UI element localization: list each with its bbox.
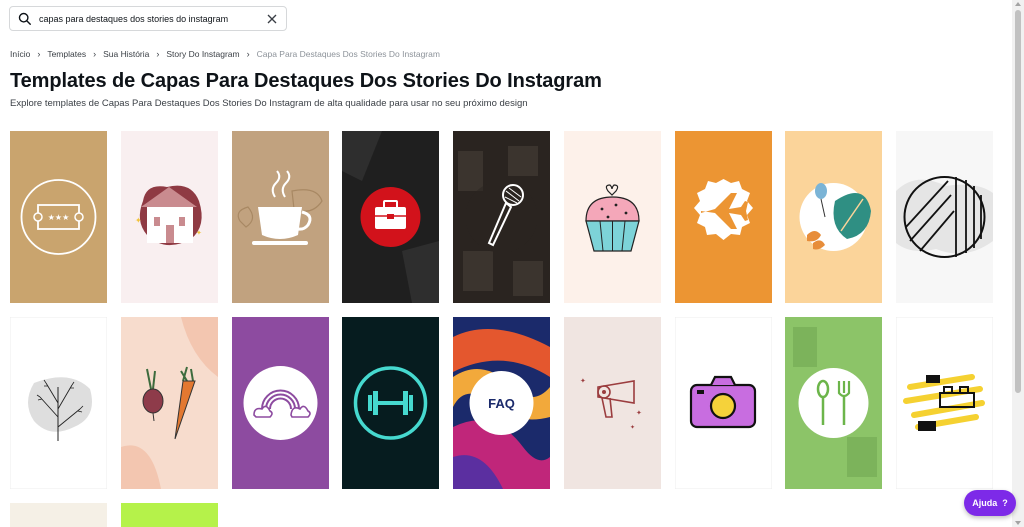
search-box[interactable]	[9, 6, 287, 31]
breadcrumb-item-inicio[interactable]: Início	[10, 49, 30, 59]
airplane-icon	[675, 131, 772, 303]
template-card-ticket[interactable]: ★★★	[10, 131, 107, 303]
template-card-partial-2[interactable]	[121, 503, 218, 527]
scrollbar[interactable]	[1012, 0, 1024, 527]
microphone-icon	[453, 131, 550, 303]
camera-icon	[675, 317, 772, 489]
template-card-plant[interactable]	[10, 317, 107, 489]
chevron-right-icon: ›	[37, 49, 41, 59]
template-thumbnail	[10, 503, 107, 527]
faq-label: FAQ	[488, 396, 515, 411]
template-card-microphone[interactable]	[453, 131, 550, 303]
search-icon	[18, 12, 31, 25]
breadcrumb-item-sua-historia[interactable]: Sua História	[103, 49, 149, 59]
question-mark-icon: ?	[1002, 498, 1008, 508]
template-card-bricks[interactable]	[896, 317, 993, 489]
carrot-icon	[121, 317, 218, 489]
dumbbell-icon	[342, 317, 439, 489]
svg-text:✦: ✦	[580, 377, 586, 385]
chevron-right-icon: ›	[93, 49, 97, 59]
template-card-house[interactable]: ✦ ✦	[121, 131, 218, 303]
help-button-label: Ajuda	[972, 498, 998, 508]
scroll-up-icon[interactable]	[1015, 2, 1021, 6]
template-card-cupcake[interactable]	[564, 131, 661, 303]
close-icon[interactable]	[266, 13, 278, 25]
template-card-dumbbell[interactable]	[342, 317, 439, 489]
svg-text:★★★: ★★★	[48, 213, 70, 222]
template-card-leaf[interactable]	[785, 131, 882, 303]
template-card-rainbow[interactable]	[232, 317, 329, 489]
template-card-faq[interactable]: FAQ	[453, 317, 550, 489]
svg-text:✦: ✦	[636, 409, 642, 417]
template-thumbnail	[121, 503, 218, 527]
circle-lines-icon	[896, 131, 993, 303]
template-card-airplane[interactable]	[675, 131, 772, 303]
leaf-icon	[785, 131, 882, 303]
breadcrumb-current: Capa Para Destaques Dos Stories Do Insta…	[256, 49, 440, 59]
svg-text:✦: ✦	[196, 229, 202, 237]
toolbox-icon	[342, 131, 439, 303]
plant-icon	[10, 317, 107, 489]
cutlery-icon	[785, 317, 882, 489]
template-card-vegetables[interactable]	[121, 317, 218, 489]
chevron-right-icon: ›	[246, 49, 250, 59]
search-input[interactable]	[39, 13, 266, 24]
template-card-camera[interactable]	[675, 317, 772, 489]
bricks-icon	[896, 317, 993, 489]
rainbow-icon	[232, 317, 329, 489]
scrollbar-thumb[interactable]	[1015, 10, 1021, 393]
template-card-coffee[interactable]	[232, 131, 329, 303]
template-card-cutlery[interactable]	[785, 317, 882, 489]
cupcake-icon	[564, 131, 661, 303]
page-title: Templates de Capas Para Destaques Dos St…	[10, 70, 602, 92]
chevron-right-icon: ›	[156, 49, 160, 59]
breadcrumb-item-templates[interactable]: Templates	[47, 49, 86, 59]
breadcrumb-item-story-do-instagram[interactable]: Story Do Instagram	[166, 49, 239, 59]
scroll-down-icon[interactable]	[1015, 521, 1021, 525]
template-card-hairdryer[interactable]: ✦ ✦ ✦	[564, 317, 661, 489]
template-card-partial-1[interactable]	[10, 503, 107, 527]
hairdryer-icon: ✦ ✦ ✦	[564, 317, 661, 489]
coffee-cup-icon	[232, 131, 329, 303]
template-card-toolbox[interactable]	[342, 131, 439, 303]
svg-text:✦: ✦	[135, 216, 142, 225]
svg-text:✦: ✦	[630, 424, 635, 431]
page-subtitle: Explore templates de Capas Para Destaque…	[10, 98, 528, 109]
house-icon: ✦ ✦	[121, 131, 218, 303]
help-button[interactable]: Ajuda ?	[964, 490, 1016, 516]
ticket-icon: ★★★	[10, 131, 107, 303]
faq-icon: FAQ	[453, 317, 550, 489]
template-card-circle-lines[interactable]	[896, 131, 993, 303]
breadcrumb: Início › Templates › Sua História › Stor…	[10, 49, 440, 59]
